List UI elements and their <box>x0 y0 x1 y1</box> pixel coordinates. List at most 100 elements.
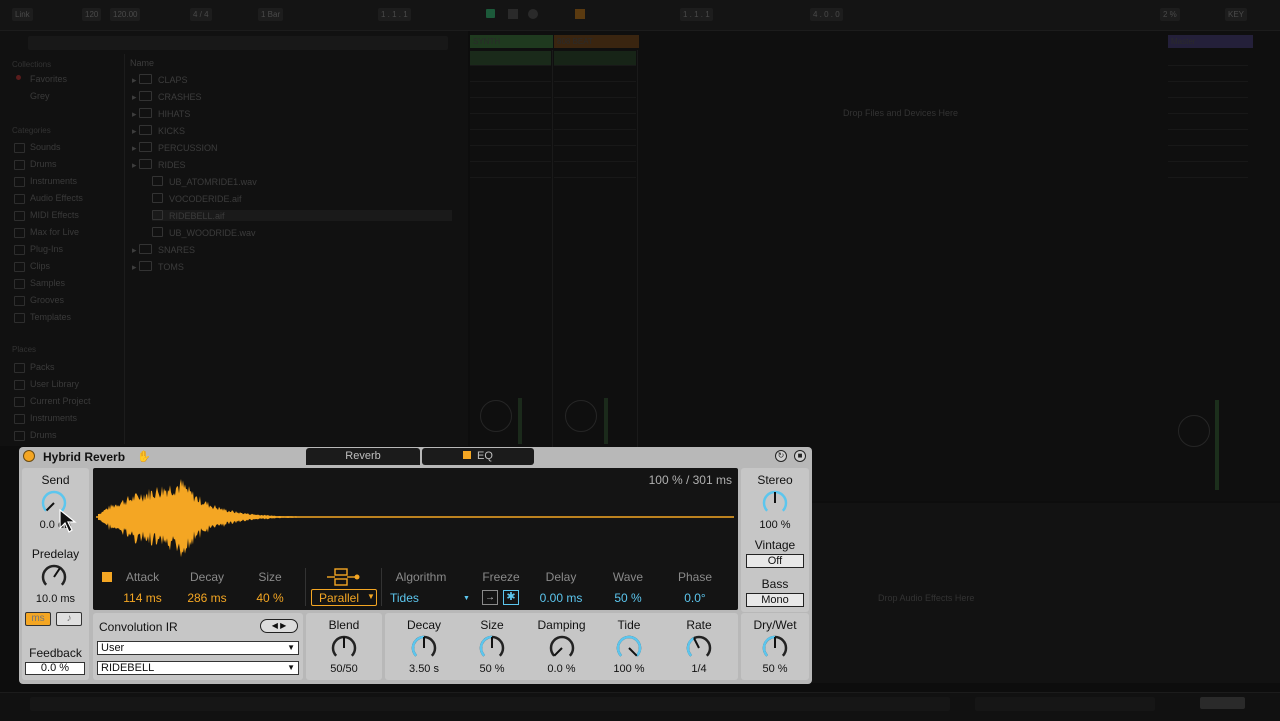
signature-field[interactable]: 4 / 4 <box>190 8 212 21</box>
link-button[interactable]: Link <box>12 8 33 21</box>
browser-file[interactable]: UB_ATOMRIDE1.wav <box>152 176 452 187</box>
clip-slot[interactable] <box>554 99 636 114</box>
browser-folder[interactable]: ▸ CLAPS <box>132 74 188 86</box>
scene-launch-slot[interactable] <box>1168 115 1248 130</box>
freeze-in-icon[interactable]: → <box>482 590 498 605</box>
browser-folder[interactable]: ▸ RIDES <box>132 159 186 171</box>
sidebar-item-category[interactable]: Sounds <box>30 142 61 152</box>
scene-launch-slot[interactable] <box>1168 83 1248 98</box>
sidebar-item-favorites[interactable]: Favorites <box>30 74 67 84</box>
sidebar-item-category[interactable]: MIDI Effects <box>30 210 79 220</box>
freeze-snowflake-icon[interactable]: ✱ <box>503 590 519 605</box>
ir-prev-next-icon[interactable]: ◀ ▶ <box>260 619 298 633</box>
disclosure-triangle-icon[interactable]: ▸ <box>132 92 139 102</box>
sidebar-item-category[interactable]: Instruments <box>30 176 77 186</box>
damping-knob[interactable] <box>548 634 576 662</box>
bass-mono-toggle[interactable]: Mono <box>746 593 804 607</box>
clip-slot[interactable] <box>470 147 551 162</box>
clip-slot[interactable] <box>470 99 551 114</box>
browser-folder[interactable]: ▸ CRASHES <box>132 91 202 103</box>
ir-category-select[interactable]: User ▼ <box>97 641 299 655</box>
scene-launch-slot[interactable] <box>1168 67 1248 82</box>
browser-search-input[interactable] <box>28 36 448 50</box>
loop-length-field[interactable]: 4 . 0 . 0 <box>810 8 843 21</box>
routing-menu[interactable]: Parallel ▼ <box>311 589 377 606</box>
sidebar-item-category[interactable]: Drums <box>30 159 57 169</box>
pan-knob-synth[interactable] <box>480 400 512 432</box>
device-hotswap-icon[interactable]: ↻ <box>775 450 787 462</box>
clip-slot[interactable] <box>554 163 636 178</box>
device-power-icon[interactable] <box>23 450 35 462</box>
clip-slot[interactable] <box>554 131 636 146</box>
clip-slot[interactable] <box>470 131 551 146</box>
position-field[interactable]: 1 . 1 . 1 <box>378 8 411 21</box>
sidebar-item-place[interactable]: Current Project <box>30 396 91 406</box>
clip-slot[interactable] <box>470 83 551 98</box>
disclosure-triangle-icon[interactable]: ▸ <box>132 245 139 255</box>
decay-algo-knob[interactable] <box>410 634 438 662</box>
disclosure-triangle-icon[interactable]: ▸ <box>132 109 139 119</box>
sidebar-item-place[interactable]: Packs <box>30 362 55 372</box>
tab-eq[interactable]: EQ <box>422 448 534 465</box>
sidebar-item-place[interactable]: Instruments <box>30 413 77 423</box>
tide-knob[interactable] <box>615 634 643 662</box>
blend-knob[interactable] <box>330 634 358 662</box>
sidebar-item-category[interactable]: Max for Live <box>30 227 79 237</box>
stereo-knob[interactable] <box>761 489 789 517</box>
sidebar-item-category[interactable]: Grooves <box>30 295 64 305</box>
tempo-field[interactable]: 120 <box>82 8 102 21</box>
sidebar-item-category[interactable]: Samples <box>30 278 65 288</box>
track-header-master[interactable]: Master <box>1168 35 1253 48</box>
delay-value[interactable]: 0.00 ms <box>532 591 590 605</box>
clip-slot[interactable] <box>470 67 551 82</box>
clip-slot[interactable] <box>554 51 636 66</box>
clip-slot[interactable] <box>470 51 551 66</box>
eq-enable-icon[interactable] <box>463 451 472 459</box>
conv-size-value[interactable]: 40 % <box>245 591 295 605</box>
track-header-synth[interactable]: SYNTH <box>470 35 553 48</box>
disclosure-triangle-icon[interactable]: ▸ <box>132 143 139 153</box>
tab-reverb[interactable]: Reverb <box>306 448 420 465</box>
ir-file-select[interactable]: RIDEBELL ▼ <box>97 661 299 675</box>
loop-start-field[interactable]: 1 . 1 . 1 <box>680 8 713 21</box>
attack-value[interactable]: 114 ms <box>115 591 170 605</box>
device-save-icon[interactable]: ■ <box>794 450 806 462</box>
sidebar-item-category[interactable]: Plug-Ins <box>30 244 63 254</box>
sidebar-item-grey[interactable]: Grey <box>30 91 50 101</box>
disclosure-triangle-icon[interactable]: ▸ <box>132 160 139 170</box>
clip-slot[interactable] <box>554 83 636 98</box>
pan-knob-master[interactable] <box>1178 415 1210 447</box>
automation-arm-icon[interactable] <box>575 9 585 19</box>
quantize-menu[interactable]: 1 Bar <box>258 8 284 21</box>
sidebar-item-place[interactable]: User Library <box>30 379 79 389</box>
disclosure-triangle-icon[interactable]: ▸ <box>132 126 139 136</box>
browser-folder[interactable]: ▸ KICKS <box>132 125 185 137</box>
scene-launch-slot[interactable] <box>1168 51 1248 66</box>
scene-launch-slot[interactable] <box>1168 163 1248 178</box>
drywet-knob[interactable] <box>761 634 789 662</box>
browser-file[interactable]: RIDEBELL.aif <box>152 210 452 221</box>
browser-folder[interactable]: ▸ PERCUSSION <box>132 142 218 154</box>
disclosure-triangle-icon[interactable]: ▸ <box>132 262 139 272</box>
record-icon[interactable] <box>528 9 538 19</box>
clip-slot[interactable] <box>554 115 636 130</box>
algorithm-chevron-icon[interactable]: ▼ <box>463 595 470 602</box>
stop-icon[interactable] <box>508 9 518 19</box>
disclosure-triangle-icon[interactable]: ▸ <box>132 75 139 85</box>
algorithm-value[interactable]: Tides <box>390 591 419 605</box>
scene-launch-slot[interactable] <box>1168 147 1248 162</box>
play-icon[interactable] <box>486 9 495 18</box>
predelay-knob[interactable] <box>40 563 68 591</box>
browser-folder[interactable]: ▸ TOMS <box>132 261 184 273</box>
pan-knob-808[interactable] <box>565 400 597 432</box>
browser-folder[interactable]: ▸ HIHATS <box>132 108 190 120</box>
sidebar-item-category[interactable]: Audio Effects <box>30 193 83 203</box>
clip-slot[interactable] <box>470 163 551 178</box>
clip-slot[interactable] <box>554 147 636 162</box>
conv-decay-value[interactable]: 286 ms <box>178 591 236 605</box>
feedback-value[interactable]: 0.0 % <box>25 662 85 675</box>
key-map-button[interactable]: KEY <box>1225 8 1248 21</box>
status-track-selector[interactable] <box>975 697 1155 711</box>
rate-knob[interactable] <box>685 634 713 662</box>
clip-slot[interactable] <box>554 67 636 82</box>
